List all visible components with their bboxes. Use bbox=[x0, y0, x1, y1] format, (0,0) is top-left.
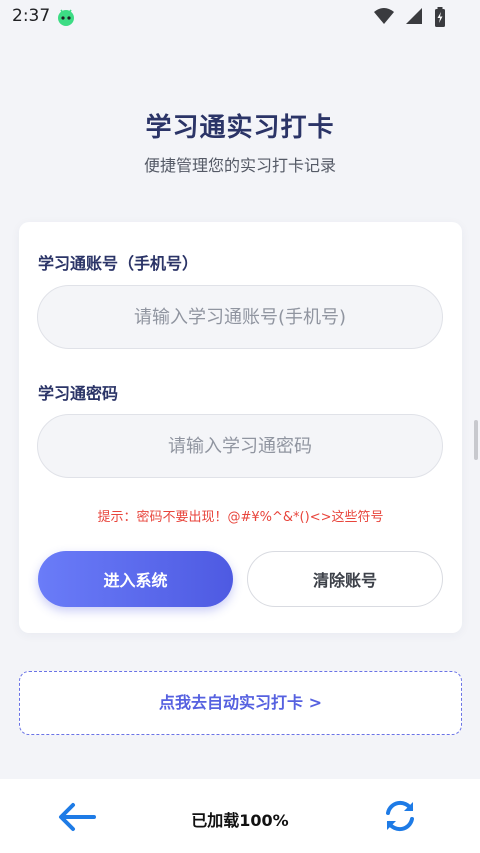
status-icons bbox=[368, 7, 446, 27]
page-subtitle: 便捷管理您的实习打卡记录 bbox=[143, 156, 336, 175]
wifi-icon bbox=[373, 8, 394, 24]
enter-system-button[interactable]: 进入系统 bbox=[38, 551, 233, 607]
page-title: 学习通实习打卡 bbox=[145, 113, 335, 143]
password-hint: 提示：密码不要出现！@#¥%^&*()<>这些符号 bbox=[97, 510, 384, 525]
scrollbar-thumb[interactable] bbox=[474, 420, 478, 460]
password-label: 学习通密码 bbox=[38, 384, 119, 403]
status-time: 2:37 bbox=[12, 6, 51, 26]
signal-icon bbox=[405, 8, 422, 24]
status-bar: 2:37 bbox=[0, 0, 480, 34]
password-input[interactable] bbox=[37, 414, 443, 478]
login-card: 学习通账号（手机号） 学习通密码 提示：密码不要出现！@#¥%^&*()<>这些… bbox=[19, 222, 462, 633]
clear-account-button[interactable]: 清除账号 bbox=[247, 551, 443, 607]
auto-checkin-link[interactable]: 点我去自动实习打卡 > bbox=[19, 671, 462, 735]
account-label: 学习通账号（手机号） bbox=[38, 254, 199, 273]
battery-icon bbox=[435, 7, 445, 27]
refresh-icon[interactable] bbox=[383, 799, 417, 833]
android-robot-icon bbox=[58, 9, 74, 26]
bottom-toolbar: 已加载100% bbox=[0, 779, 480, 853]
account-input[interactable] bbox=[37, 285, 443, 349]
